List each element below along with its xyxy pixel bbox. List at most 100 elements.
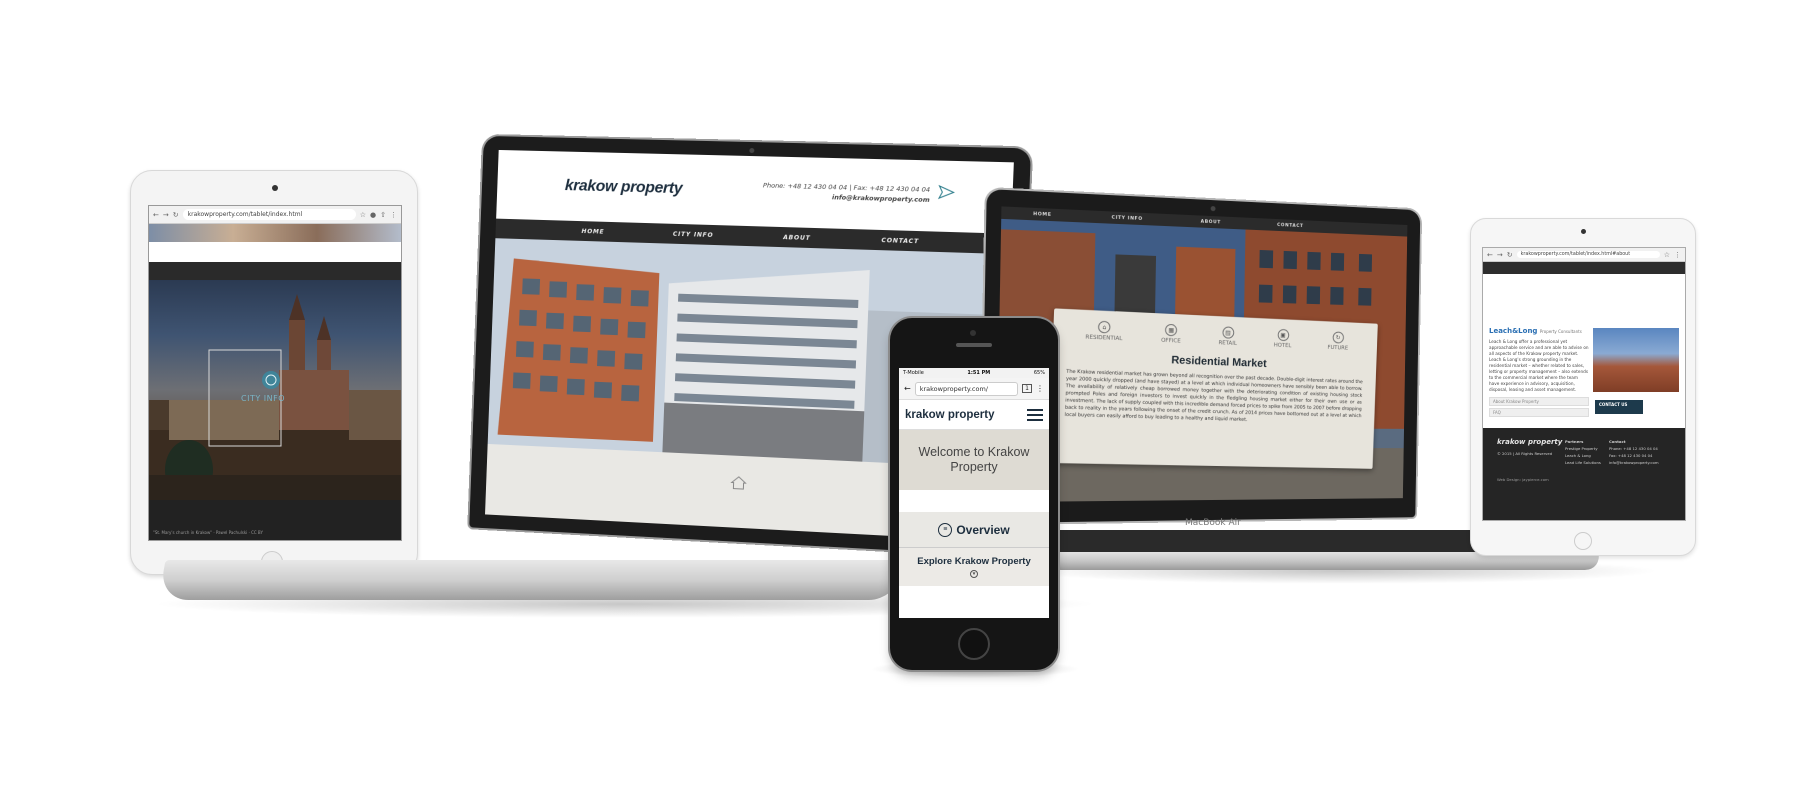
krakow-hero-image: CITY INFO (149, 280, 401, 500)
overview-section[interactable]: ≡ Overview (899, 512, 1049, 548)
tablet-right-screen: ← → ↻ krakowproperty.com/tablet/index.ht… (1482, 247, 1686, 521)
dark-nav-band (1483, 262, 1685, 274)
city-info-label[interactable]: CITY INFO (241, 394, 285, 403)
residential-market-card: ⌂ RESIDENTIAL ▦ OFFICE ▤ RETAIL ▣ HOTEL ↻ FUT… (1048, 308, 1378, 469)
star-icon[interactable]: ☆ (1664, 251, 1670, 259)
air-nav-city-info[interactable]: CITY INFO (1112, 215, 1143, 221)
tablet-camera (272, 185, 278, 191)
phone-speaker (956, 343, 992, 347)
clock: 1:51 PM (967, 370, 991, 376)
tab-hotel[interactable]: ▣ HOTEL (1274, 328, 1292, 349)
mic-icon[interactable]: ● (370, 211, 376, 219)
list-icon: ≡ (938, 522, 953, 537)
menu-icon[interactable]: ⋮ (1674, 251, 1681, 259)
macbook-air-brand: MacBook Air (1185, 518, 1241, 528)
nav-home[interactable]: HOME (581, 228, 604, 236)
mobile-header: krakow property (899, 400, 1049, 430)
menu-icon[interactable]: ⋮ (390, 211, 397, 219)
partner-logo[interactable]: Leach&Long Property Consultants (1489, 327, 1589, 335)
back-icon[interactable]: ← (904, 384, 911, 393)
partner-sub: Property Consultants (1539, 329, 1582, 334)
laptop-camera (749, 147, 755, 154)
retail-icon: ▤ (1221, 326, 1235, 339)
spacer (899, 490, 1049, 512)
carrier: T-Mobile (903, 370, 924, 376)
air-nav-contact[interactable]: CONTACT (1277, 223, 1303, 229)
air-nav-home[interactable]: HOME (1033, 211, 1052, 217)
tab-future[interactable]: ↻ FUTURE (1327, 331, 1349, 352)
explore-section[interactable]: Explore Krakow Property ▾ (899, 548, 1049, 586)
status-bar: T-Mobile 1:51 PM 65% (899, 368, 1049, 378)
house-icon: ⌂ (1098, 320, 1111, 334)
address-bar-phone[interactable]: krakowproperty.com/ (914, 381, 1019, 396)
office-icon: ▦ (1165, 323, 1178, 337)
tab-office[interactable]: ▦ OFFICE (1160, 323, 1181, 345)
nav-contact[interactable]: CONTACT (881, 237, 919, 245)
tablet-right: ← → ↻ krakowproperty.com/tablet/index.ht… (1470, 218, 1696, 556)
site-footer: krakow property © 2015 | All Rights Rese… (1483, 428, 1685, 520)
partner-link[interactable]: Lead Life Solutions (1565, 459, 1601, 466)
partner-block: Leach&Long Property Consultants Leach & … (1489, 327, 1589, 417)
tab-residential-label: RESIDENTIAL (1085, 334, 1123, 343)
card-text: The Krakow residential market has grown … (1064, 369, 1363, 423)
mobile-logo[interactable]: krakow property (905, 409, 994, 421)
contact-us-button[interactable]: CONTACT US (1595, 400, 1643, 414)
reload-icon[interactable]: ↻ (173, 211, 179, 219)
site-logo[interactable]: krakow property (565, 177, 683, 198)
paper-plane-icon[interactable] (938, 185, 955, 200)
laptop-base (158, 560, 906, 600)
menu-icon[interactable]: ⋮ (1036, 384, 1044, 393)
phone-home-button[interactable] (958, 628, 990, 660)
tab-residential[interactable]: ⌂ RESIDENTIAL (1085, 320, 1123, 342)
share-icon[interactable]: ⇧ (380, 211, 386, 219)
phone-screen: T-Mobile 1:51 PM 65% ← krakowproperty.co… (899, 368, 1049, 618)
tab-office-label: OFFICE (1160, 337, 1181, 345)
star-icon[interactable]: ☆ (360, 211, 366, 219)
field-faq[interactable]: FAQ (1489, 408, 1589, 417)
photo-caption: "St. Mary's church in Krakow" · Pawel Pa… (153, 530, 263, 535)
partner-logo-text: Leach&Long (1489, 327, 1538, 335)
partner-link[interactable]: Prestige Property (1565, 445, 1601, 452)
footer-contact: Contact Phone: +48 12 430 04 04 Fax: +48… (1609, 438, 1659, 466)
explore-label: Explore Krakow Property (917, 556, 1031, 567)
hotel-icon: ▣ (1277, 328, 1289, 342)
tablet-right-home-button[interactable] (1574, 532, 1592, 550)
tab-future-label: FUTURE (1327, 344, 1349, 352)
partner-link[interactable]: Leach & Long (1565, 452, 1601, 459)
forward-icon[interactable]: → (163, 211, 169, 219)
overview-label: Overview (956, 522, 1010, 537)
welcome-banner: Welcome to Krakow Property (899, 430, 1049, 490)
air-nav-about[interactable]: ABOUT (1201, 219, 1221, 225)
back-icon[interactable]: ← (1487, 251, 1493, 259)
back-icon[interactable]: ← (153, 211, 159, 219)
chevron-down-icon[interactable]: ▾ (970, 570, 978, 578)
tab-retail-label: RETAIL (1218, 340, 1237, 347)
office-building-photo (1593, 328, 1679, 392)
reload-icon[interactable]: ↻ (1507, 251, 1513, 259)
partners-title: Partners (1565, 439, 1584, 444)
address-bar[interactable]: krakowproperty.com/tablet/index.html (182, 209, 356, 220)
tablet-left-screen: ← → ↻ krakowproperty.com/tablet/index.ht… (148, 205, 402, 541)
tab-retail[interactable]: ▤ RETAIL (1218, 326, 1237, 347)
hamburger-menu-icon[interactable] (1027, 408, 1043, 421)
dark-band (149, 262, 401, 280)
spacer (149, 242, 401, 262)
tabs-count[interactable]: 1 (1022, 384, 1032, 393)
about-text: Leach & Long offer a professional yet ap… (1489, 339, 1589, 392)
footer-partners: Partners Prestige Property Leach & Long … (1565, 438, 1601, 466)
krakow-skyline (149, 294, 401, 500)
field-about[interactable]: About Krakow Property (1489, 397, 1589, 406)
browser-toolbar-phone: ← krakowproperty.com/ 1 ⋮ (899, 378, 1049, 400)
contact-email[interactable]: info@krakowproperty.com (1609, 459, 1659, 466)
hero-strip (149, 224, 401, 242)
tablet-right-camera (1581, 229, 1586, 234)
footer-logo[interactable]: krakow property (1497, 438, 1562, 446)
nav-about[interactable]: ABOUT (783, 234, 811, 242)
nav-city-info[interactable]: CITY INFO (673, 230, 714, 238)
battery: 65% (1033, 370, 1045, 376)
home-icon[interactable] (730, 475, 747, 490)
address-bar-right[interactable]: krakowproperty.com/tablet/index.html#abo… (1516, 251, 1660, 258)
tablet-left: ← → ↻ krakowproperty.com/tablet/index.ht… (130, 170, 418, 575)
forward-icon[interactable]: → (1497, 251, 1503, 259)
